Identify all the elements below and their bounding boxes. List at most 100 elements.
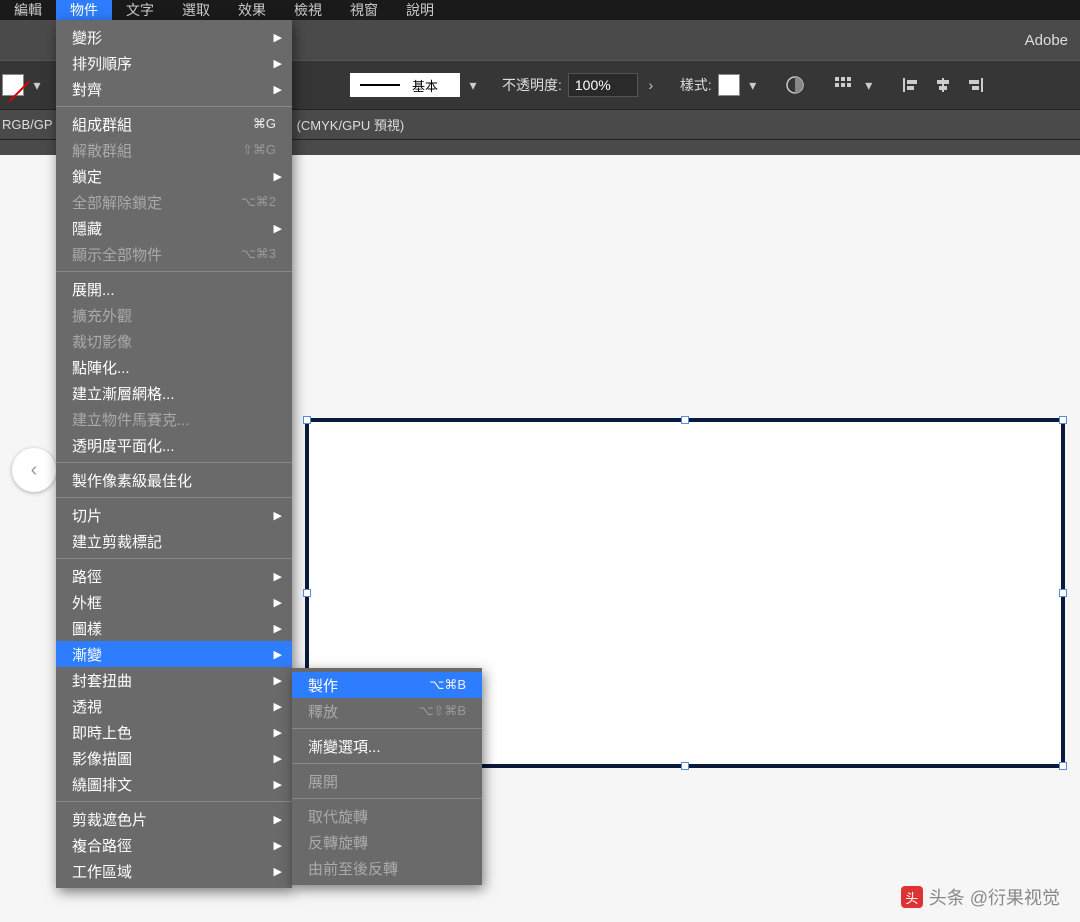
object-menu-item[interactable]: 變形▶ [56,24,292,50]
menu-item-label: 影像描圖 [72,748,276,769]
menu-item-label: 反轉旋轉 [308,832,466,853]
submenu-arrow-icon: ▶ [274,752,282,765]
blend-submenu-item[interactable]: 漸變選項... [292,733,482,759]
object-menu-item[interactable]: 組成群組⌘G [56,111,292,137]
menu-window[interactable]: 視窗 [336,0,392,22]
menu-item-label: 即時上色 [72,722,276,743]
object-menu-item[interactable]: 隱藏▶ [56,215,292,241]
object-menu-dropdown: 變形▶排列順序▶對齊▶組成群組⌘G解散群組⇧⌘G鎖定▶全部解除鎖定⌥⌘2隱藏▶顯… [56,20,292,888]
blend-submenu-item: 釋放⌥⇧⌘B [292,698,482,724]
stroke-style-dropdown[interactable]: 基本 [350,73,460,97]
object-menu-item[interactable]: 工作區域▶ [56,858,292,884]
object-menu-item[interactable]: 圖樣▶ [56,615,292,641]
object-menu-item[interactable]: 複合路徑▶ [56,832,292,858]
object-menu-item[interactable]: 外框▶ [56,589,292,615]
menu-item-label: 透視 [72,696,276,717]
menu-item-label: 封套扭曲 [72,670,276,691]
object-menu-item[interactable]: 切片▶ [56,502,292,528]
submenu-arrow-icon: ▶ [274,674,282,687]
object-menu-item[interactable]: 即時上色▶ [56,719,292,745]
resize-handle-tc[interactable] [681,416,689,424]
object-menu-item[interactable]: 透視▶ [56,693,292,719]
object-menu-item[interactable]: 剪裁遮色片▶ [56,806,292,832]
submenu-arrow-icon: ▶ [274,57,282,70]
submenu-arrow-icon: ▶ [274,648,282,661]
object-menu-item: 解散群組⇧⌘G [56,137,292,163]
menu-item-label: 隱藏 [72,218,276,239]
resize-handle-ml[interactable] [303,589,311,597]
object-menu-item[interactable]: 影像描圖▶ [56,745,292,771]
menu-separator [56,801,292,802]
stroke-style-chevron-icon[interactable]: ▾ [466,78,480,92]
stroke-style-label: 基本 [412,76,438,95]
align-center-icon[interactable] [930,72,956,98]
menu-item-label: 透明度平面化... [72,435,276,456]
style-swatch[interactable] [718,74,740,96]
menu-item-label: 取代旋轉 [308,806,466,827]
menu-item-label: 擴充外觀 [72,305,276,326]
menu-item-label: 剪裁遮色片 [72,809,276,830]
menu-view[interactable]: 檢視 [280,0,336,22]
object-menu-item[interactable]: 路徑▶ [56,563,292,589]
menu-item-label: 工作區域 [72,861,276,882]
align-chevron-icon[interactable]: ▾ [862,78,876,92]
menu-item-label: 鎖定 [72,166,276,187]
menu-object[interactable]: 物件 [56,0,112,22]
menu-item-shortcut: ⌥⌘3 [241,246,276,262]
resize-handle-br[interactable] [1059,762,1067,770]
object-menu-item[interactable]: 鎖定▶ [56,163,292,189]
object-menu-item[interactable]: 漸變▶ [56,641,292,667]
menu-item-shortcut: ⇧⌘G [242,142,276,158]
submenu-arrow-icon: ▶ [274,700,282,713]
resize-handle-tl[interactable] [303,416,311,424]
object-menu-item: 擴充外觀 [56,302,292,328]
menu-type[interactable]: 文字 [112,0,168,22]
resize-handle-tr[interactable] [1059,416,1067,424]
menu-item-label: 由前至後反轉 [308,858,466,879]
style-label: 樣式: [680,75,712,95]
menu-item-label: 路徑 [72,566,276,587]
menu-effect[interactable]: 效果 [224,0,280,22]
object-menu-item: 顯示全部物件⌥⌘3 [56,241,292,267]
object-menu-item[interactable]: 透明度平面化... [56,432,292,458]
tab-left-doc[interactable]: RGB/GP [2,117,53,132]
object-menu-item[interactable]: 建立剪裁標記 [56,528,292,554]
object-menu-item[interactable]: 展開... [56,276,292,302]
menu-item-label: 建立物件馬賽克... [72,409,276,430]
watermark: 头 头条 @衍果视觉 [901,884,1060,910]
menu-item-label: 漸變 [72,644,276,665]
menu-help[interactable]: 說明 [392,0,448,22]
object-menu-item[interactable]: 製作像素級最佳化 [56,467,292,493]
menu-edit[interactable]: 編輯 [0,0,56,22]
object-menu-item[interactable]: 封套扭曲▶ [56,667,292,693]
object-menu-item[interactable]: 點陣化... [56,354,292,380]
submenu-arrow-icon: ▶ [274,839,282,852]
menu-item-label: 建立漸層網格... [72,383,276,404]
object-menu-item[interactable]: 繞圖排文▶ [56,771,292,797]
object-menu-item[interactable]: 排列順序▶ [56,50,292,76]
menu-select[interactable]: 選取 [168,0,224,22]
align-right-icon[interactable] [962,72,988,98]
style-chevron-icon[interactable]: ▾ [746,78,760,92]
menu-separator [56,497,292,498]
recolor-icon[interactable] [782,72,808,98]
menu-item-label: 變形 [72,27,276,48]
object-menu-item[interactable]: 建立漸層網格... [56,380,292,406]
fill-dropdown-icon[interactable]: ▾ [30,78,44,92]
resize-handle-mr[interactable] [1059,589,1067,597]
submenu-arrow-icon: ▶ [274,509,282,522]
fill-swatch[interactable] [2,74,24,96]
menu-item-label: 顯示全部物件 [72,244,241,265]
align-grid-icon[interactable] [830,72,856,98]
blend-submenu-item[interactable]: 製作⌥⌘B [292,672,482,698]
resize-handle-bc[interactable] [681,762,689,770]
submenu-arrow-icon: ▶ [274,622,282,635]
prev-nav-button[interactable]: ‹ [12,448,56,492]
menu-item-shortcut: ⌥⌘2 [241,194,276,210]
opacity-chevron-icon[interactable]: › [644,78,658,92]
opacity-input[interactable] [568,73,638,97]
object-menu-item[interactable]: 對齊▶ [56,76,292,102]
tab-right-doc[interactable]: (CMYK/GPU 預視) [297,115,405,134]
align-left-icon[interactable] [898,72,924,98]
menu-item-shortcut: ⌥⌘B [429,677,466,693]
